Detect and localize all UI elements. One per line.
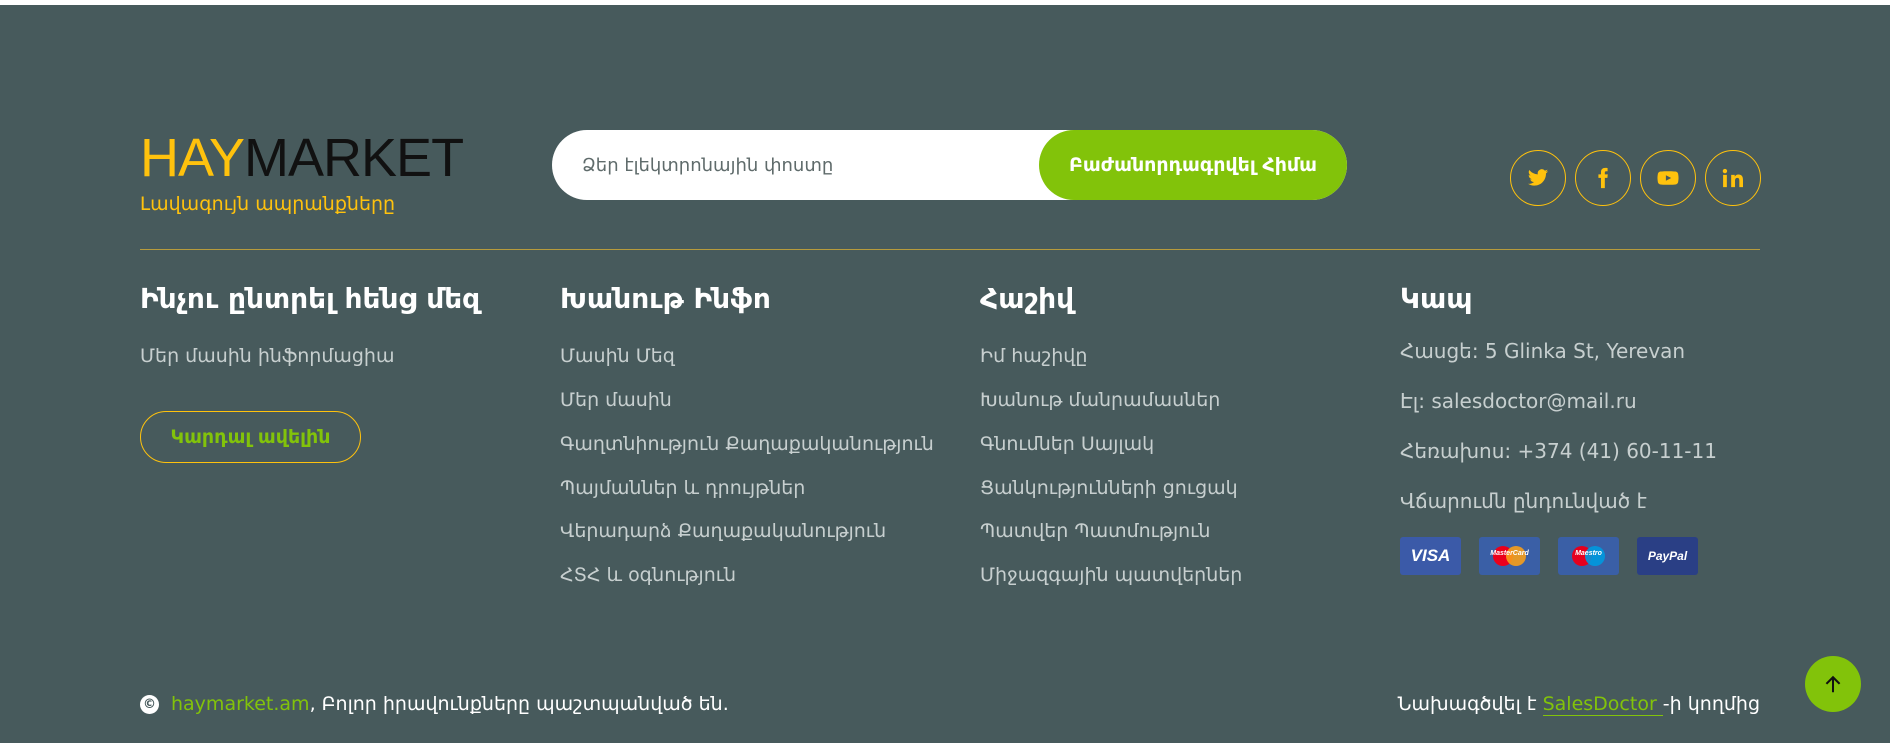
account-link-shop-details[interactable]: Խանութ մանրամասներ: [980, 389, 1220, 411]
shop-info-link-terms[interactable]: Պայմաններ և դրույթներ: [560, 477, 805, 499]
visa-card-icon: VISA: [1400, 537, 1461, 575]
account-link-international[interactable]: Միջազգային պատվերներ: [980, 564, 1242, 586]
site-link[interactable]: haymarket.am: [171, 693, 310, 715]
twitter-icon: [1527, 169, 1549, 186]
account-link-order-history[interactable]: Պատվեր Պատմություն: [980, 520, 1210, 542]
account-column: Հաշիվ Իմ հաշիվը Խանութ մանրամասներ Գնում…: [980, 281, 1242, 586]
account-title: Հաշիվ: [980, 282, 1075, 315]
scroll-to-top-button[interactable]: [1805, 656, 1861, 712]
why-us-column: Ինչու ընտրել հենց մեզ Մեր մասին ինֆորմաց…: [140, 281, 481, 463]
footer-divider: [140, 249, 1760, 250]
facebook-link[interactable]: [1575, 150, 1631, 206]
why-us-title: Ինչու ընտրել հենց մեզ: [140, 282, 481, 315]
copyright-notice: © haymarket.am, Բոլոր իրավունքները պաշտպ…: [140, 693, 729, 715]
mastercard-icon: MasterCard: [1479, 537, 1540, 575]
contact-email[interactable]: Էլ: salesdoctor@mail.ru: [1400, 389, 1637, 413]
logo-hay: HAY: [140, 128, 245, 188]
email-input[interactable]: [582, 130, 1062, 200]
shop-info-title: Խանութ Ինֆո: [560, 282, 771, 315]
developer-credit: Նախագծվել է SalesDoctor -ի կողմից: [1397, 693, 1760, 716]
shop-info-link-privacy[interactable]: Գաղտնիություն Քաղաքականություն: [560, 433, 934, 455]
account-link-cart[interactable]: Գնումներ Սայլակ: [980, 433, 1154, 455]
contact-address: Հասցե: 5 Glinka St, Yerevan: [1400, 339, 1686, 363]
shop-info-column: Խանութ Ինֆո Մասին Մեզ Մեր մասին Գաղտնիու…: [560, 281, 934, 586]
facebook-icon: [1598, 167, 1608, 189]
paypal-icon: PayPal: [1637, 537, 1698, 575]
youtube-icon: [1657, 171, 1679, 185]
contact-column: Կապ Հասցե: 5 Glinka St, Yerevan Էլ: sale…: [1400, 281, 1717, 575]
shop-info-link-returns[interactable]: Վերադարձ Քաղաքականություն: [560, 520, 886, 542]
payment-accepted-label: Վճարումն ընդունված է: [1400, 489, 1647, 513]
shop-info-link-about[interactable]: Մեր մասին: [560, 389, 672, 411]
about-info-text: Մեր մասին ինֆորմացիա: [140, 345, 395, 367]
read-more-button[interactable]: Կարդալ ավելին: [140, 411, 361, 463]
arrow-up-icon: [1825, 675, 1841, 693]
newsletter-form: Բաժանորդագրվել Հիմա: [552, 130, 1347, 200]
account-link-my-account[interactable]: Իմ հաշիվը: [980, 345, 1087, 367]
copyright-icon: ©: [140, 694, 159, 714]
payment-methods: VISA MasterCard Maestro PayPal: [1400, 537, 1698, 575]
shop-info-link-about-us[interactable]: Մասին Մեզ: [560, 345, 675, 367]
logo-market: MARKET: [244, 128, 464, 188]
twitter-link[interactable]: [1510, 150, 1566, 206]
linkedin-icon: [1722, 168, 1744, 188]
brand-tagline: Լավագույն ապրանքները: [140, 193, 396, 215]
maestro-icon: Maestro: [1558, 537, 1619, 575]
social-links: [1510, 150, 1761, 206]
site-footer: HAYMARKET Լավագույն ապրանքները Բաժանորդա…: [0, 5, 1890, 743]
salesdoctor-link[interactable]: SalesDoctor: [1542, 693, 1663, 716]
contact-phone[interactable]: Հեռախոս: +374 (41) 60-11-11: [1400, 439, 1717, 463]
credit-prefix: Նախագծվել է: [1397, 693, 1543, 715]
contact-title: Կապ: [1400, 282, 1473, 315]
account-link-wishlist[interactable]: Ցանկությունների ցուցակ: [980, 477, 1238, 499]
rights-text: , Բոլոր իրավունքները պաշտպանված են.: [309, 693, 729, 715]
subscribe-button[interactable]: Բաժանորդագրվել Հիմա: [1039, 130, 1347, 200]
shop-info-link-faq[interactable]: ՀՏՀ և օգնություն: [560, 564, 736, 586]
youtube-link[interactable]: [1640, 150, 1696, 206]
linkedin-link[interactable]: [1705, 150, 1761, 206]
credit-suffix: -ի կողմից: [1662, 693, 1760, 715]
brand-logo[interactable]: HAYMARKET: [140, 127, 464, 189]
